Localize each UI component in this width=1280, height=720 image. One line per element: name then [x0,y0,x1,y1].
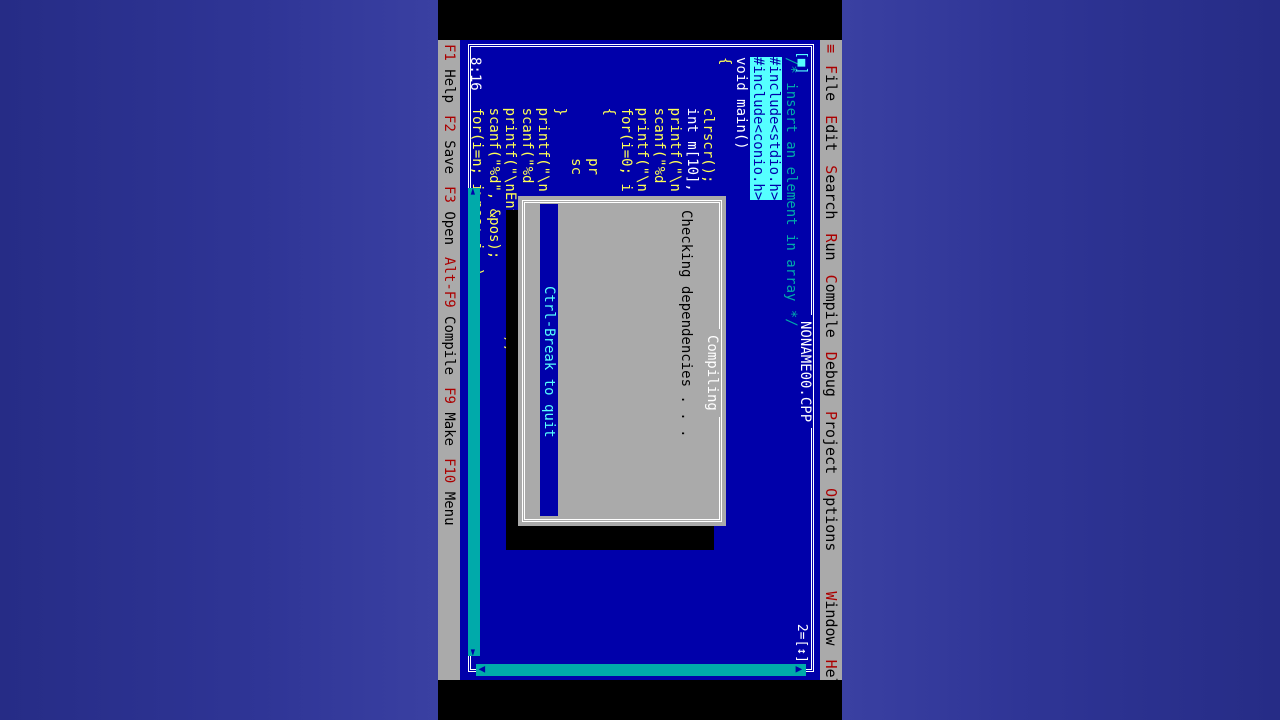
code-line: #include<conio.h> [750,57,766,201]
status-bar: F1 Help F2 Save F3 Open Alt-F9 Compile F… [438,40,460,680]
menu-label: dit [822,124,840,152]
status-make[interactable]: F9 Make [441,387,457,446]
menu-edit[interactable]: Edit [822,115,840,151]
status-key: Alt-F9 [441,257,457,308]
status-key: F2 [441,115,457,132]
scroll-up-icon[interactable]: ▲ [793,666,806,673]
status-label: Open [441,202,457,246]
background-right [842,0,1280,720]
status-compile[interactable]: Alt-F9 Compile [441,257,457,375]
menu-compile[interactable]: Compile [822,275,840,338]
code-line: scanf("%d", &pos); [486,57,502,260]
menu-label: roject [822,419,840,475]
menu-search[interactable]: Search [822,165,840,219]
status-label: Save [441,131,457,175]
status-open[interactable]: F3 Open [441,186,457,245]
code-line: void main() [733,57,750,150]
menu-label: elp [822,669,840,680]
window-title: NONAME00.CPP [797,315,813,429]
menu-project[interactable]: Project [822,411,840,474]
menu-hotkey: D [822,351,840,361]
menu-hotkey: P [822,410,840,420]
menu-debug[interactable]: Debug [822,352,840,397]
menu-label: earch [822,174,840,220]
code-line: printf("\n [667,57,684,192]
status-key: F10 [441,458,457,484]
dialog-hint-bar: Ctrl-Break to quit [540,204,558,516]
system-menu-icon[interactable]: ≡ [822,44,840,53]
background-left [0,0,438,720]
code-line: clrscr(); [700,57,717,184]
video-frame: ≡ File Edit Search Run Compile Debug Pro… [438,0,842,720]
menu-hotkey: C [822,274,840,284]
code-line: /* insert an element in array */ [783,57,799,327]
code-line: sc [568,57,585,176]
menu-label: un [822,242,840,261]
menu-help[interactable]: Help [822,660,840,680]
menu-options[interactable]: Options [822,488,840,551]
code-line: } [552,57,568,117]
window-zoom-button[interactable]: 2=[↕] [794,623,809,663]
menu-run[interactable]: Run [822,233,840,260]
menu-hotkey: H [822,659,840,669]
status-label: Menu [441,483,457,526]
compiling-dialog: Compiling Checking dependencies . . . Ct… [518,196,726,526]
code-line: scanf("%d [519,57,535,184]
scroll-down-icon[interactable]: ▼ [476,666,489,673]
code-line: printf("\n [634,57,651,192]
scroll-left-icon[interactable]: ◄ [467,188,480,195]
turbo-cpp-screen: ≡ File Edit Search Run Compile Debug Pro… [438,40,842,680]
vertical-scrollbar[interactable]: ▲ ▼ [476,664,806,676]
menu-label: ile [822,74,840,102]
status-help[interactable]: F1 Help [441,44,457,103]
menu-hotkey: S [822,165,840,175]
menu-bar: ≡ File Edit Search Run Compile Debug Pro… [820,40,842,680]
code-line: for(i=0; i [618,57,634,192]
status-menu[interactable]: F10 Menu [441,458,457,525]
code-line: scanf("%d [651,57,667,184]
status-label: Compile [441,307,457,376]
menu-hotkey: O [822,488,840,498]
dialog-title: Compiling [704,329,720,417]
menu-label: ptions [822,497,840,552]
menu-label: indow [822,600,840,646]
menu-hotkey: R [822,233,840,243]
menu-label: ompile [822,283,840,338]
status-label: Make [441,403,457,447]
menu-hotkey: F [822,65,840,75]
code-line: #include<stdio.h> [766,57,783,201]
code-line: { [717,57,733,66]
horizontal-scrollbar[interactable]: ◄ ► [467,188,480,656]
menu-file[interactable]: File [822,65,840,101]
status-key: F9 [441,387,457,404]
code-line: { [601,57,618,117]
status-label: Help [441,60,457,104]
code-line: int m[10], [684,57,700,192]
cursor-position: 8:16 [467,57,483,91]
scroll-right-icon[interactable]: ► [467,649,480,656]
code-line: pr [585,57,601,176]
menu-hotkey: E [822,115,840,125]
status-key: F3 [441,186,457,203]
menu-label: ebug [822,360,840,397]
code-line: printf("\n [535,57,552,192]
status-save[interactable]: F2 Save [441,115,457,174]
menu-window[interactable]: Window [822,591,840,645]
dialog-message: Checking dependencies . . . [678,210,694,438]
status-key: F1 [441,44,457,61]
